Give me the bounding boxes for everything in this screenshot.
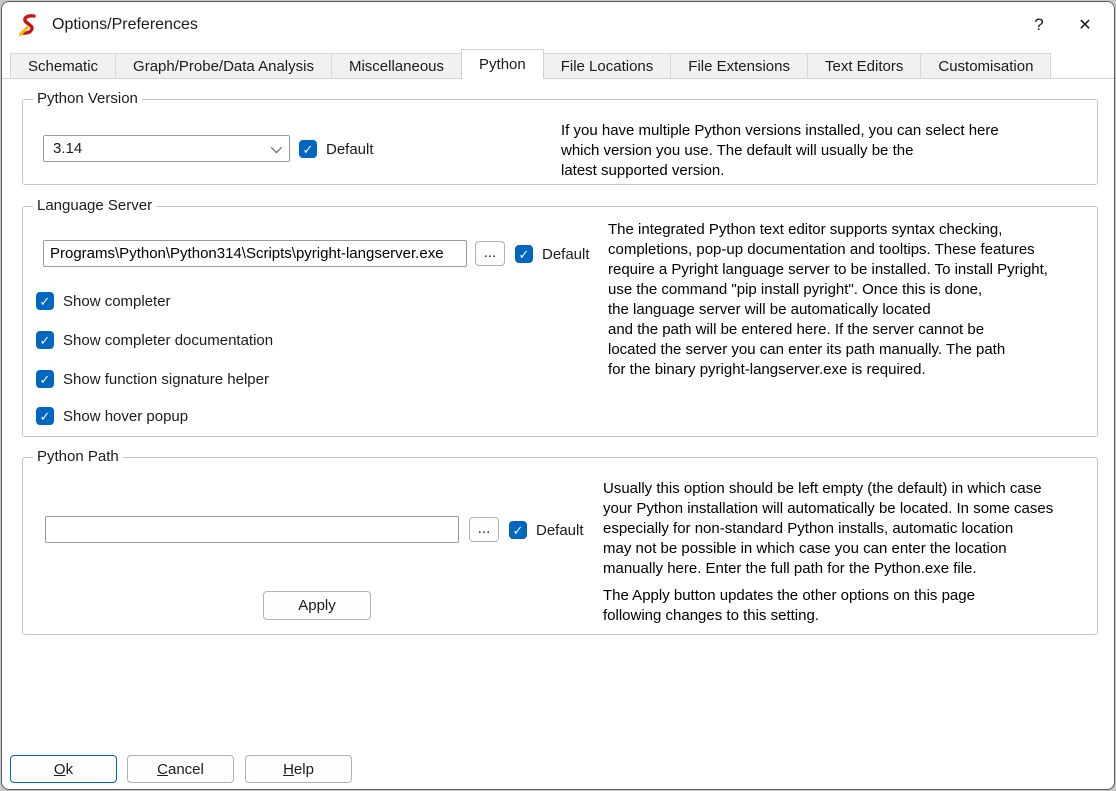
python-path-description: Usually this option should be left empty…: [603, 479, 1098, 579]
checkbox-label: Show function signature helper: [63, 371, 269, 388]
language-server-browse-button[interactable]: ...: [475, 241, 505, 266]
tab-file-extensions[interactable]: File Extensions: [670, 53, 808, 78]
python-path-browse-button[interactable]: ...: [469, 517, 499, 542]
help-rest: elp: [294, 761, 314, 778]
group-title-language-server: Language Server: [33, 197, 156, 215]
python-version-group: Python Version 3.14 ✓ Default If you hav…: [22, 99, 1098, 185]
show-completer-checkbox[interactable]: ✓ Show completer: [36, 292, 171, 310]
app-icon: [16, 13, 40, 37]
help-mnemonic: H: [283, 761, 294, 778]
group-title-python-version: Python Version: [33, 90, 142, 108]
tab-label: Text Editors: [825, 58, 903, 75]
python-path-default-checkbox[interactable]: ✓ Default: [509, 521, 584, 539]
tab-label: File Extensions: [688, 58, 790, 75]
group-title-python-path: Python Path: [33, 448, 123, 466]
show-completer-documentation-checkbox[interactable]: ✓ Show completer documentation: [36, 331, 273, 349]
checkbox-label: Default: [536, 522, 584, 539]
checkbox-label: Show hover popup: [63, 408, 188, 425]
chevron-down-icon: [271, 141, 282, 152]
show-function-signature-helper-checkbox[interactable]: ✓ Show function signature helper: [36, 370, 269, 388]
checkbox-checked-icon: ✓: [515, 245, 533, 263]
tab-text-editors[interactable]: Text Editors: [807, 53, 921, 78]
titlebar: Options/Preferences ? ✕: [2, 2, 1114, 48]
tab-bar: Schematic Graph/Probe/Data Analysis Misc…: [2, 48, 1114, 79]
tab-label: Miscellaneous: [349, 58, 444, 75]
checkbox-label: Show completer documentation: [63, 332, 273, 349]
tab-label: Graph/Probe/Data Analysis: [133, 58, 314, 75]
checkbox-checked-icon: ✓: [36, 331, 54, 349]
tab-customisation[interactable]: Customisation: [920, 53, 1051, 78]
titlebar-buttons: ? ✕: [1016, 2, 1114, 48]
apply-button[interactable]: Apply: [263, 591, 371, 620]
close-button[interactable]: ✕: [1062, 2, 1108, 48]
tab-label: File Locations: [561, 58, 654, 75]
python-version-description: If you have multiple Python versions ins…: [561, 121, 1071, 181]
checkbox-label: Default: [326, 141, 374, 158]
options-preferences-dialog: Options/Preferences ? ✕ Schematic Graph/…: [1, 1, 1115, 790]
language-server-default-checkbox[interactable]: ✓ Default: [515, 245, 590, 263]
cancel-mnemonic: C: [157, 761, 168, 778]
ok-mnemonic: O: [54, 761, 66, 778]
help-button[interactable]: ?: [1016, 2, 1062, 48]
cancel-rest: ancel: [168, 761, 204, 778]
language-server-group: Language Server ... ✓ Default ✓ Show com…: [22, 206, 1098, 437]
tab-graph-probe-data-analysis[interactable]: Graph/Probe/Data Analysis: [115, 53, 332, 78]
help-footer-button[interactable]: Help: [245, 755, 352, 783]
tab-miscellaneous[interactable]: Miscellaneous: [331, 53, 462, 78]
tab-label: Python: [479, 56, 526, 73]
python-version-value: 3.14: [53, 140, 271, 157]
window-title: Options/Preferences: [52, 16, 198, 34]
checkbox-checked-icon: ✓: [36, 407, 54, 425]
tab-schematic[interactable]: Schematic: [10, 53, 116, 78]
tab-label: Schematic: [28, 58, 98, 75]
checkbox-checked-icon: ✓: [509, 521, 527, 539]
tab-python[interactable]: Python: [461, 49, 544, 79]
checkbox-checked-icon: ✓: [299, 140, 317, 158]
python-version-default-checkbox[interactable]: ✓ Default: [299, 140, 374, 158]
python-version-select[interactable]: 3.14: [43, 135, 290, 162]
ok-rest: k: [66, 761, 74, 778]
tab-label: Customisation: [938, 58, 1033, 75]
show-hover-popup-checkbox[interactable]: ✓ Show hover popup: [36, 407, 188, 425]
cancel-button[interactable]: Cancel: [127, 755, 234, 783]
checkbox-checked-icon: ✓: [36, 292, 54, 310]
checkbox-checked-icon: ✓: [36, 370, 54, 388]
tab-file-locations[interactable]: File Locations: [543, 53, 672, 78]
checkbox-label: Default: [542, 246, 590, 263]
language-server-description: The integrated Python text editor suppor…: [608, 220, 1093, 380]
checkbox-label: Show completer: [63, 293, 171, 310]
ok-button[interactable]: Ok: [10, 755, 117, 783]
python-path-group: Python Path ... ✓ Default Apply Usually …: [22, 457, 1098, 635]
language-server-path-input[interactable]: [43, 240, 467, 267]
python-path-input[interactable]: [45, 516, 459, 543]
python-path-description-2: The Apply button updates the other optio…: [603, 586, 1098, 626]
